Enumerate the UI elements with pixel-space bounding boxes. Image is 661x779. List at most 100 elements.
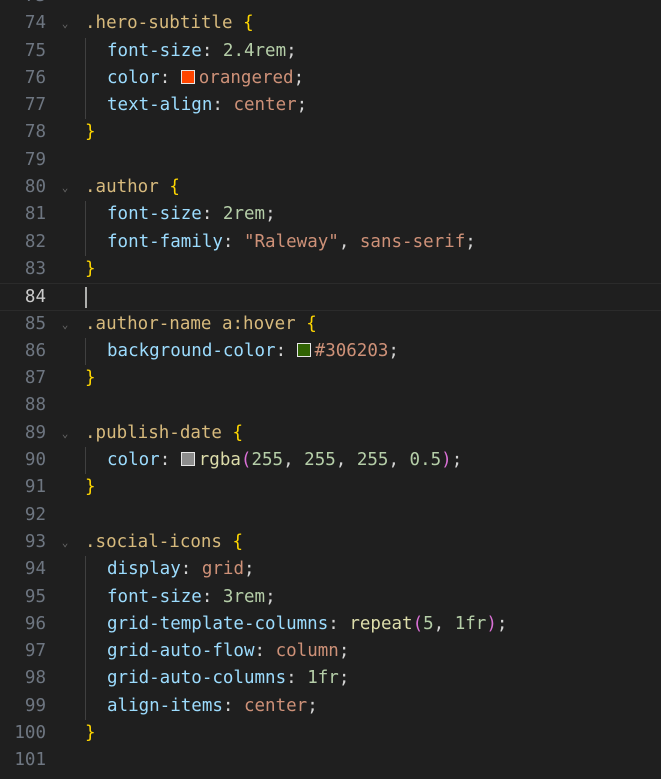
code-token: : — [159, 67, 181, 88]
code-line[interactable]: 81 font-size: 2rem; — [0, 201, 661, 229]
line-number: 75 — [24, 40, 46, 61]
line-number: 79 — [24, 149, 46, 170]
code-line[interactable]: 88 — [0, 392, 661, 419]
code-line[interactable]: 80 ⌄ .author { — [0, 174, 661, 201]
code-line[interactable]: 75 font-size: 2.4rem; — [0, 37, 661, 65]
code-line[interactable]: 89 ⌄ .publish-date { — [0, 420, 661, 447]
code-line[interactable]: 100} — [0, 720, 661, 747]
code-token: { — [232, 422, 244, 443]
line-number: 96 — [24, 613, 46, 634]
line-number: 87 — [24, 368, 46, 389]
code-token: : — [254, 641, 276, 662]
line-number: 92 — [24, 504, 46, 525]
code-line[interactable]: 76 color: orangered; — [0, 64, 661, 93]
code-token: center — [243, 695, 308, 716]
line-code: grid-auto-columns: 1fr; — [85, 665, 349, 692]
line-number: 80 — [24, 177, 46, 198]
code-line[interactable]: 79 — [0, 147, 661, 174]
fold-chevron-icon[interactable]: ⌄ — [58, 10, 72, 37]
color-swatch[interactable] — [296, 342, 311, 357]
line-number: 94 — [24, 559, 46, 580]
code-line[interactable]: 92 — [0, 502, 661, 529]
code-token: column — [275, 641, 339, 662]
code-token: ; — [496, 613, 508, 634]
code-line[interactable]: 83} — [0, 256, 661, 283]
code-editor[interactable]: 7374⌄.hero-subtitle {75font-size: 2.4rem… — [0, 0, 661, 779]
code-token: : — [222, 695, 244, 716]
code-line[interactable]: 90 color: rgba(255, 255, 255, 0.5); — [0, 447, 661, 475]
code-line[interactable]: 93 ⌄ .social-icons { — [0, 529, 661, 556]
fold-chevron-icon[interactable]: ⌄ — [58, 174, 72, 201]
line-code: display: grid; — [85, 556, 255, 583]
code-line[interactable]: 99 align-items: center; — [0, 692, 661, 721]
code-token: grid-template-columns — [107, 613, 329, 634]
code-lines[interactable]: 7374⌄.hero-subtitle {75font-size: 2.4rem… — [0, 0, 661, 775]
code-line[interactable]: 96 grid-template-columns: repeat(5, 1fr); — [0, 610, 661, 639]
code-token: .social-icons — [85, 531, 222, 552]
code-line[interactable]: 97 grid-auto-flow: column; — [0, 638, 661, 666]
code-line[interactable]: 91} — [0, 474, 661, 501]
fold-chevron-icon[interactable]: ⌄ — [58, 311, 72, 338]
line-code: font-size: 2.4rem; — [85, 38, 297, 65]
code-token: text-align — [107, 95, 213, 116]
code-token: font-size — [107, 204, 202, 225]
code-token: 255 — [304, 450, 336, 471]
code-token: { — [306, 313, 317, 334]
fold-chevron-icon[interactable]: ⌄ — [58, 420, 72, 447]
code-token: , — [433, 613, 455, 634]
code-line[interactable]: 86 background-color: #306203; — [0, 337, 661, 366]
code-token: , — [338, 231, 360, 252]
code-line[interactable]: 77 text-align: center; — [0, 92, 661, 120]
code-token: grid — [201, 559, 244, 580]
code-line[interactable]: 95 font-size: 3rem; — [0, 583, 661, 611]
line-number: 84 — [24, 287, 46, 308]
code-token: } — [85, 723, 96, 744]
fold-chevron-icon[interactable]: ⌄ — [58, 529, 72, 556]
code-token: 2rem — [222, 204, 266, 225]
code-line[interactable]: 87} — [0, 365, 661, 392]
code-line[interactable]: 98 grid-auto-columns: 1fr; — [0, 665, 661, 693]
line-number: 86 — [24, 340, 46, 361]
line-number: 77 — [24, 95, 46, 116]
code-token: ) — [441, 450, 452, 471]
code-line[interactable]: 74 ⌄ .hero-subtitle { — [0, 10, 661, 37]
code-token: } — [85, 122, 96, 143]
line-number: 97 — [24, 641, 46, 662]
code-line[interactable]: 101 — [0, 747, 661, 774]
line-code: .hero-subtitle { — [85, 10, 254, 37]
code-token: : — [201, 40, 223, 61]
color-swatch[interactable] — [180, 452, 195, 467]
code-line[interactable]: 82 font-family: "Raleway", sans-serif; — [0, 228, 661, 256]
line-code: grid-auto-flow: column; — [85, 638, 349, 665]
code-token: ; — [338, 668, 350, 689]
line-code: } — [85, 365, 96, 392]
code-token: .author-name a:hover — [85, 313, 296, 334]
code-token: : — [201, 204, 223, 225]
code-token: align-items — [107, 695, 223, 716]
code-line[interactable]: 94 display: grid; — [0, 556, 661, 584]
code-line[interactable]: 78} — [0, 119, 661, 146]
line-code: font-size: 3rem; — [85, 584, 276, 611]
line-number: 78 — [24, 122, 46, 143]
code-token: .author — [85, 177, 159, 198]
code-token: : — [180, 559, 202, 580]
code-token: 2.4rem — [222, 40, 287, 61]
code-line[interactable]: 85 ⌄ .author-name a:hover { — [0, 311, 661, 338]
code-token: repeat — [349, 613, 413, 634]
code-token: rgba — [198, 450, 241, 471]
color-swatch[interactable] — [180, 69, 195, 84]
code-line[interactable]: 73 — [0, 0, 661, 10]
line-code: .publish-date { — [85, 420, 243, 447]
line-number: 90 — [24, 450, 46, 471]
line-number: 91 — [24, 477, 46, 498]
code-token: .hero-subtitle — [85, 13, 233, 34]
text-cursor — [85, 286, 87, 308]
line-code: } — [85, 474, 96, 501]
line-number: 73 — [0, 0, 46, 10]
code-token: ; — [338, 641, 350, 662]
code-line[interactable]: 84 — [0, 283, 661, 311]
line-code: color: rgba(255, 255, 255, 0.5); — [85, 447, 462, 474]
code-token: "Raleway" — [243, 231, 339, 252]
line-code: font-family: "Raleway", sans-serif; — [85, 229, 476, 256]
